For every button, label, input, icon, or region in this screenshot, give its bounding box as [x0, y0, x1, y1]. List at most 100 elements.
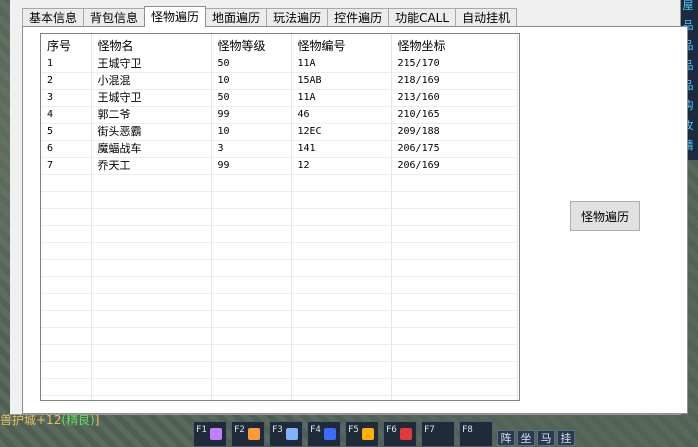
hotkey-label: F2 [234, 425, 245, 435]
table-cell: 50 [211, 56, 292, 73]
tab-2[interactable]: 怪物遍历 [144, 6, 207, 27]
table-row[interactable]: 6 魔蝠战车 3 141 206/175 [41, 140, 518, 158]
table-row[interactable]: 4 郭二爷 99 46 210/165 [41, 106, 518, 124]
table-cell [391, 174, 518, 192]
table-cell: 王城守卫 [91, 56, 212, 73]
table-cell [391, 208, 518, 226]
tab-6[interactable]: 功能CALL [388, 8, 457, 26]
hotbar-slot[interactable]: F4 [307, 421, 341, 447]
table-cell [211, 395, 292, 400]
table-cell [211, 310, 292, 328]
table-cell [391, 259, 518, 277]
table-cell [41, 327, 92, 345]
action-button[interactable]: 马 [537, 430, 555, 446]
monster-list-view[interactable]: 序号 怪物名 怪物等级 怪物编号 怪物坐标 1 王城守卫 50 11A 215/170 2 小混混 1… [40, 33, 520, 401]
table-cell [41, 293, 92, 311]
table-cell [41, 361, 92, 379]
tab-4[interactable]: 玩法遍历 [266, 8, 329, 26]
column-header[interactable]: 怪物编号 [291, 34, 392, 56]
table-cell [291, 242, 392, 260]
table-cell [391, 378, 518, 396]
chat-text-prefix: 兽护城+12 [0, 413, 62, 427]
hotbar-slot[interactable]: F7 [421, 421, 455, 447]
table-cell [41, 276, 92, 294]
table-cell [391, 344, 518, 362]
column-header[interactable]: 序号 [41, 34, 92, 56]
hotbar-slot[interactable]: F8 [459, 421, 493, 447]
table-cell: 6 [41, 140, 92, 158]
table-cell [211, 259, 292, 277]
table-row[interactable]: 5 街头恶霸 10 12EC 209/188 [41, 123, 518, 141]
table-cell [91, 395, 212, 400]
table-cell: 1 [41, 56, 92, 73]
action-button[interactable]: 坐 [517, 430, 535, 446]
table-cell [391, 310, 518, 328]
table-cell: 11A [291, 56, 392, 73]
table-cell [291, 276, 392, 294]
table-cell [91, 361, 212, 379]
table-cell [211, 361, 292, 379]
table-row [41, 361, 518, 379]
table-cell [211, 242, 292, 260]
table-row [41, 327, 518, 345]
table-cell [91, 174, 212, 192]
tab-7[interactable]: 自动挂机 [455, 8, 518, 26]
table-cell [291, 208, 392, 226]
table-cell [211, 293, 292, 311]
table-cell: 218/169 [391, 72, 518, 90]
table-cell: 乔天工 [91, 157, 212, 175]
table-cell: 209/188 [391, 123, 518, 141]
hotbar-slot[interactable]: F5 [345, 421, 379, 447]
table-cell [391, 225, 518, 243]
hotbar-slot[interactable]: F2 [231, 421, 265, 447]
hotbar-slot[interactable]: F3 [269, 421, 303, 447]
item-icon [248, 428, 260, 440]
table-row [41, 242, 518, 260]
column-header[interactable]: 怪物坐标 [391, 34, 518, 56]
table-cell: 郭二爷 [91, 106, 212, 124]
table-cell [41, 395, 92, 400]
table-cell: 街头恶霸 [91, 123, 212, 141]
tool-window: 基本信息 背包信息 怪物遍历 地面遍历 玩法遍历 控件遍历 功能CALL 自动挂机 序号 怪物名… [10, 0, 688, 415]
table-row [41, 293, 518, 311]
table-cell [291, 174, 392, 192]
hotbar-slot[interactable]: F1 [193, 421, 227, 447]
tab-5[interactable]: 控件遍历 [327, 8, 390, 26]
table-cell [391, 395, 518, 400]
monster-traverse-button[interactable]: 怪物遍历 [570, 201, 640, 231]
table-cell: 11A [291, 89, 392, 107]
table-cell [291, 344, 392, 362]
tab-0[interactable]: 基本信息 [22, 8, 85, 26]
table-cell: 10 [211, 123, 292, 141]
table-cell [391, 242, 518, 260]
table-row [41, 174, 518, 192]
action-button[interactable]: 挂 [557, 430, 575, 446]
tab-3[interactable]: 地面遍历 [205, 8, 268, 26]
table-cell [41, 174, 92, 192]
tab-bar: 基本信息 背包信息 怪物遍历 地面遍历 玩法遍历 控件遍历 功能CALL 自动挂机 [22, 6, 518, 27]
tab-1[interactable]: 背包信息 [83, 8, 146, 26]
table-cell [291, 395, 392, 400]
table-cell: 7 [41, 157, 92, 175]
table-cell [291, 225, 392, 243]
table-cell [211, 225, 292, 243]
table-cell: 210/165 [391, 106, 518, 124]
column-header[interactable]: 怪物等级 [211, 34, 292, 56]
item-icon [362, 428, 374, 440]
item-icon [210, 428, 222, 440]
table-cell: 3 [211, 140, 292, 158]
table-row[interactable]: 3 王城守卫 50 11A 213/160 [41, 89, 518, 107]
hotbar-slot[interactable]: F6 [383, 421, 417, 447]
table-row [41, 225, 518, 243]
table-row[interactable]: 2 小混混 10 15AB 218/169 [41, 72, 518, 90]
table-cell: 206/175 [391, 140, 518, 158]
hotkey-label: F7 [424, 425, 435, 435]
item-icon [286, 428, 298, 440]
table-row[interactable]: 1 王城守卫 50 11A 215/170 [41, 56, 518, 73]
table-cell: 12 [291, 157, 392, 175]
table-cell: 4 [41, 106, 92, 124]
table-cell [291, 259, 392, 277]
column-header[interactable]: 怪物名 [91, 34, 212, 56]
action-button[interactable]: 阵 [497, 430, 515, 446]
table-row[interactable]: 7 乔天工 99 12 206/169 [41, 157, 518, 175]
